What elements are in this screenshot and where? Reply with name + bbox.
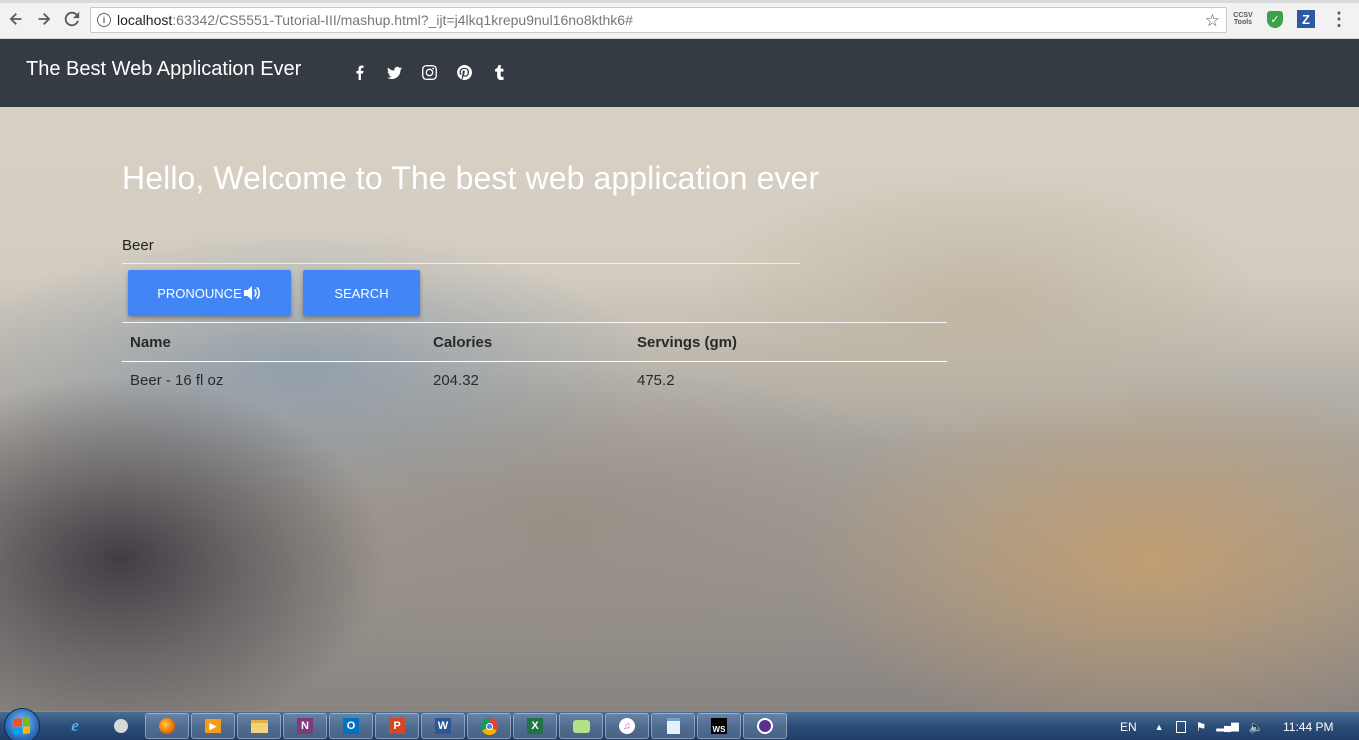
pronounce-label: PRONOUNCE (157, 285, 242, 301)
page-content: The Best Web Application Ever Hello, Wel… (0, 39, 1359, 711)
navbar: The Best Web Application Ever (0, 39, 1359, 107)
volume-icon (243, 286, 260, 300)
column-header-calories: Calories (433, 333, 493, 351)
app-purple-icon[interactable] (743, 713, 787, 739)
forward-button[interactable] (30, 5, 58, 33)
itunes-icon[interactable]: ♫ (605, 713, 649, 739)
back-button[interactable] (2, 5, 30, 33)
search-input[interactable] (122, 229, 800, 261)
extensions-area: CCSV Tools ✓ Z ⋮ (1233, 9, 1349, 29)
powerpoint-icon[interactable]: P (375, 713, 419, 739)
url-path: :63342/CS5551-Tutorial-III/mashup.html?_… (172, 12, 633, 28)
windows-taskbar: e ▶ N O P W X ♫ WS EN ▲ ⚑ ▂▄▆ 🔈 11:44 PM (0, 708, 1359, 740)
instagram-icon[interactable] (420, 63, 438, 81)
system-tray: EN ▲ ⚑ ▂▄▆ 🔈 (1120, 712, 1264, 740)
search-field-wrapper (122, 229, 800, 264)
chat-icon[interactable] (559, 713, 603, 739)
cell-calories: 204.32 (433, 372, 479, 390)
shield-extension-icon[interactable]: ✓ (1267, 10, 1283, 28)
language-indicator[interactable]: EN (1120, 720, 1137, 734)
pinterest-icon[interactable] (455, 63, 473, 81)
welcome-heading: Hello, Welcome to The best web applicati… (122, 160, 820, 196)
webstorm-icon[interactable]: WS (697, 713, 741, 739)
results-table: Name Calories Servings (gm) Beer - 16 fl… (122, 322, 947, 400)
search-label: SEARCH (334, 285, 389, 301)
network-signal-icon[interactable]: ▂▄▆ (1216, 721, 1238, 732)
zotero-extension-icon[interactable]: Z (1297, 10, 1315, 28)
start-button[interactable] (4, 708, 40, 740)
table-header-row: Name Calories Servings (gm) (122, 322, 947, 362)
word-icon[interactable]: W (421, 713, 465, 739)
media-player-icon[interactable]: ▶ (191, 713, 235, 739)
browser-toolbar: i localhost:63342/CS5551-Tutorial-III/ma… (0, 0, 1359, 39)
notepad-icon[interactable] (651, 713, 695, 739)
table-row: Beer - 16 fl oz 204.32 475.2 (122, 362, 947, 400)
arrow-right-icon (38, 13, 51, 25)
address-bar[interactable]: i localhost:63342/CS5551-Tutorial-III/ma… (90, 7, 1227, 33)
firefox-icon[interactable] (145, 713, 189, 739)
internet-explorer-icon[interactable]: e (53, 713, 97, 739)
action-center-flag-icon[interactable]: ⚑ (1196, 720, 1207, 734)
arrow-left-icon (9, 13, 22, 25)
column-header-servings: Servings (gm) (637, 333, 738, 351)
cell-name: Beer - 16 fl oz (130, 372, 224, 390)
reload-icon (64, 11, 80, 27)
info-icon[interactable]: i (97, 13, 111, 27)
windows-logo-icon (14, 717, 30, 735)
column-header-name: Name (130, 333, 171, 351)
show-hidden-icons-icon[interactable]: ▲ (1155, 722, 1164, 732)
device-icon[interactable] (1175, 720, 1186, 733)
tab-strip (0, 0, 1359, 3)
cell-servings: 475.2 (637, 372, 675, 390)
file-explorer-icon[interactable] (237, 713, 281, 739)
twitter-icon[interactable] (385, 63, 403, 81)
volume-tray-icon[interactable]: 🔈 (1249, 720, 1264, 734)
clock[interactable]: 11:44 PM (1283, 720, 1333, 734)
browser-menu-icon[interactable]: ⋮ (1329, 9, 1349, 29)
search-button[interactable]: SEARCH (303, 270, 420, 316)
facebook-icon[interactable] (350, 63, 368, 81)
outlook-icon[interactable]: O (329, 713, 373, 739)
chrome-icon[interactable] (467, 713, 511, 739)
bookmark-star-icon[interactable]: ☆ (1205, 11, 1220, 31)
pronounce-button[interactable]: PRONOUNCE (128, 270, 291, 316)
user-accounts-icon[interactable] (99, 713, 143, 739)
excel-icon[interactable]: X (513, 713, 557, 739)
brand-title[interactable]: The Best Web Application Ever (26, 58, 301, 81)
social-links (350, 63, 508, 81)
onenote-icon[interactable]: N (283, 713, 327, 739)
csv-tools-extension-icon[interactable]: CCSV Tools (1233, 9, 1253, 29)
url-host: localhost (117, 12, 173, 28)
reload-button[interactable] (58, 5, 86, 33)
tumblr-icon[interactable] (490, 63, 508, 81)
